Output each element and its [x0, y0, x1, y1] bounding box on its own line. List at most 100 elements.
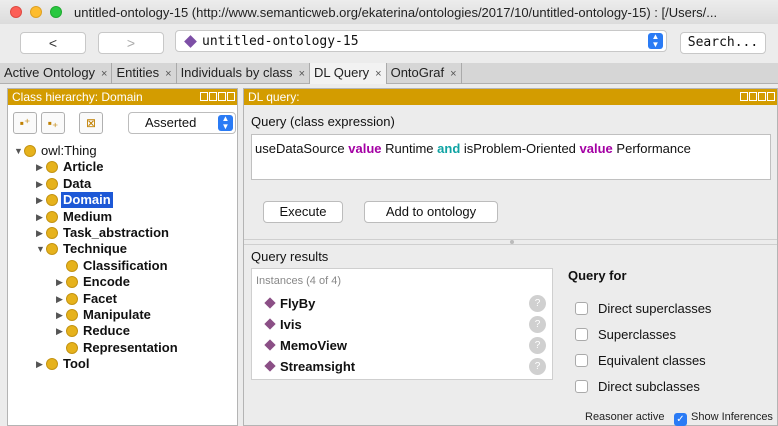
- delete-class-icon[interactable]: ⊠: [79, 112, 103, 134]
- class-hierarchy-panel: Class hierarchy: Domain ▪⁺ ▪₊ ⊠ Asserted…: [7, 88, 238, 426]
- panel-maximize-icon[interactable]: [758, 92, 766, 101]
- checkbox-box[interactable]: [575, 353, 588, 367]
- query-keyword: value: [348, 141, 382, 156]
- minimize-window-button[interactable]: [30, 6, 42, 18]
- tab-close-icon[interactable]: ×: [165, 68, 171, 80]
- class-circle-icon: [66, 325, 78, 338]
- tree-node[interactable]: ▼ Technique: [36, 241, 129, 257]
- tree-node[interactable]: ▶ Facet: [56, 291, 119, 307]
- add-subclass-icon[interactable]: ▪⁺: [13, 112, 37, 134]
- split-divider[interactable]: [244, 239, 777, 245]
- tab-individuals-by-class[interactable]: Individuals by class ×: [177, 63, 310, 84]
- panel-split-icon[interactable]: [200, 92, 208, 101]
- checkbox-box[interactable]: [575, 301, 588, 315]
- panel-title: DL query:: [248, 90, 300, 104]
- collapsed-arrow-icon[interactable]: ▶: [36, 225, 46, 241]
- panel-float-icon[interactable]: [209, 92, 217, 101]
- tree-node[interactable]: ▶ Encode: [56, 274, 132, 290]
- help-icon[interactable]: ?: [529, 337, 546, 354]
- tree-node-label: Data: [63, 175, 92, 191]
- tab-ontograf[interactable]: OntoGraf ×: [387, 63, 462, 84]
- collapsed-arrow-icon[interactable]: ▶: [56, 291, 66, 307]
- query-property: useDataSource: [255, 141, 345, 156]
- tree-node[interactable]: ▶ Task_abstraction: [36, 225, 171, 241]
- instance-name: Streamsight: [280, 358, 356, 374]
- panel-close-icon[interactable]: [767, 92, 775, 101]
- superclasses-checkbox[interactable]: Superclasses: [575, 326, 676, 342]
- panel-maximize-icon[interactable]: [218, 92, 226, 101]
- help-icon[interactable]: ?: [529, 295, 546, 312]
- tab-close-icon[interactable]: ×: [101, 68, 107, 80]
- tab-dl-query[interactable]: DL Query ×: [310, 63, 387, 84]
- instance-name: Ivis: [280, 316, 302, 332]
- collapsed-arrow-icon[interactable]: ▶: [36, 176, 46, 192]
- query-label: Query (class expression): [251, 114, 395, 129]
- collapsed-arrow-icon[interactable]: ▶: [36, 192, 46, 208]
- hierarchy-mode-select[interactable]: Asserted ▲ ▼: [128, 112, 236, 134]
- tree-node[interactable]: ▶ Article: [36, 159, 105, 175]
- collapsed-arrow-icon[interactable]: ▶: [36, 159, 46, 175]
- divider-grip-icon: [510, 240, 514, 244]
- tree-node-label: Representation: [83, 339, 178, 355]
- zoom-window-button[interactable]: [50, 6, 62, 18]
- panel-close-icon[interactable]: [227, 92, 235, 101]
- tree-node[interactable]: ▶ Reduce: [56, 323, 132, 339]
- collapsed-arrow-icon[interactable]: ▶: [56, 274, 66, 290]
- collapsed-arrow-icon[interactable]: ▶: [56, 307, 66, 323]
- tree-node-label: Medium: [63, 208, 113, 224]
- list-item[interactable]: MemoView?: [264, 335, 552, 355]
- execute-button[interactable]: Execute: [263, 201, 343, 223]
- close-window-button[interactable]: [10, 6, 22, 18]
- search-button[interactable]: Search...: [680, 32, 766, 54]
- query-individual: Performance: [616, 141, 691, 156]
- expanded-arrow-icon[interactable]: ▼: [14, 143, 24, 159]
- checkbox-checked-icon[interactable]: ✓: [674, 413, 687, 426]
- query-editor[interactable]: useDataSource value Runtime and isProble…: [251, 134, 771, 180]
- query-expression: useDataSource value Runtime and isProble…: [255, 141, 691, 156]
- tab-close-icon[interactable]: ×: [299, 68, 305, 80]
- list-item[interactable]: Streamsight?: [264, 356, 552, 376]
- tab-close-icon[interactable]: ×: [375, 68, 381, 80]
- tree-node-label: Encode: [83, 274, 130, 290]
- tree-node-label: Task_abstraction: [63, 225, 169, 240]
- checkbox-box[interactable]: [575, 327, 588, 341]
- checkbox-box[interactable]: [575, 379, 588, 393]
- tree-node[interactable]: Classification: [56, 258, 170, 274]
- collapsed-arrow-icon[interactable]: ▶: [36, 356, 46, 372]
- help-icon[interactable]: ?: [529, 358, 546, 375]
- tree-node[interactable]: ▶ Domain: [36, 192, 113, 209]
- class-circle-icon: [46, 358, 58, 371]
- window-title: untitled-ontology-15 (http://www.semanti…: [74, 4, 718, 20]
- tree-node[interactable]: ▶ Medium: [36, 209, 114, 225]
- forward-button[interactable]: >: [98, 32, 164, 54]
- equivalent-classes-checkbox[interactable]: Equivalent classes: [575, 352, 706, 368]
- add-sibling-class-icon[interactable]: ▪₊: [41, 112, 65, 134]
- collapsed-arrow-icon[interactable]: ▶: [56, 323, 66, 339]
- query-for-label: Query for: [568, 268, 627, 283]
- add-to-ontology-button[interactable]: Add to ontology: [364, 201, 498, 223]
- tab-active-ontology[interactable]: Active Ontology ×: [0, 63, 113, 84]
- show-inferences-toggle[interactable]: ✓ Show Inferences: [674, 411, 773, 426]
- tree-node[interactable]: ▶ Manipulate: [56, 307, 153, 323]
- tree-node[interactable]: ▶ Tool: [36, 356, 91, 372]
- tree-node[interactable]: Representation: [56, 340, 180, 356]
- tree-node-label: Manipulate: [83, 307, 151, 322]
- panel-float-icon[interactable]: [749, 92, 757, 101]
- tree-node-label: Classification: [83, 257, 168, 273]
- collapsed-arrow-icon[interactable]: ▶: [36, 209, 46, 225]
- direct-subclasses-checkbox[interactable]: Direct subclasses: [575, 378, 700, 394]
- ontology-selector[interactable]: untitled-ontology-15 ▲ ▼: [175, 30, 667, 52]
- list-item[interactable]: Ivis?: [264, 314, 552, 334]
- help-icon[interactable]: ?: [529, 316, 546, 333]
- tree-node[interactable]: ▶ Data: [36, 176, 93, 192]
- tab-entities[interactable]: Entities ×: [112, 63, 177, 84]
- back-button[interactable]: <: [20, 32, 86, 54]
- tree-node[interactable]: ▼ owl:Thing: [14, 143, 99, 159]
- tab-close-icon[interactable]: ×: [450, 68, 456, 80]
- tree-node-label: Article: [63, 159, 104, 175]
- direct-superclasses-checkbox[interactable]: Direct superclasses: [575, 300, 711, 316]
- class-circle-icon: [66, 259, 78, 272]
- expanded-arrow-icon[interactable]: ▼: [36, 241, 46, 257]
- list-item[interactable]: FlyBy?: [264, 293, 552, 313]
- panel-split-icon[interactable]: [740, 92, 748, 101]
